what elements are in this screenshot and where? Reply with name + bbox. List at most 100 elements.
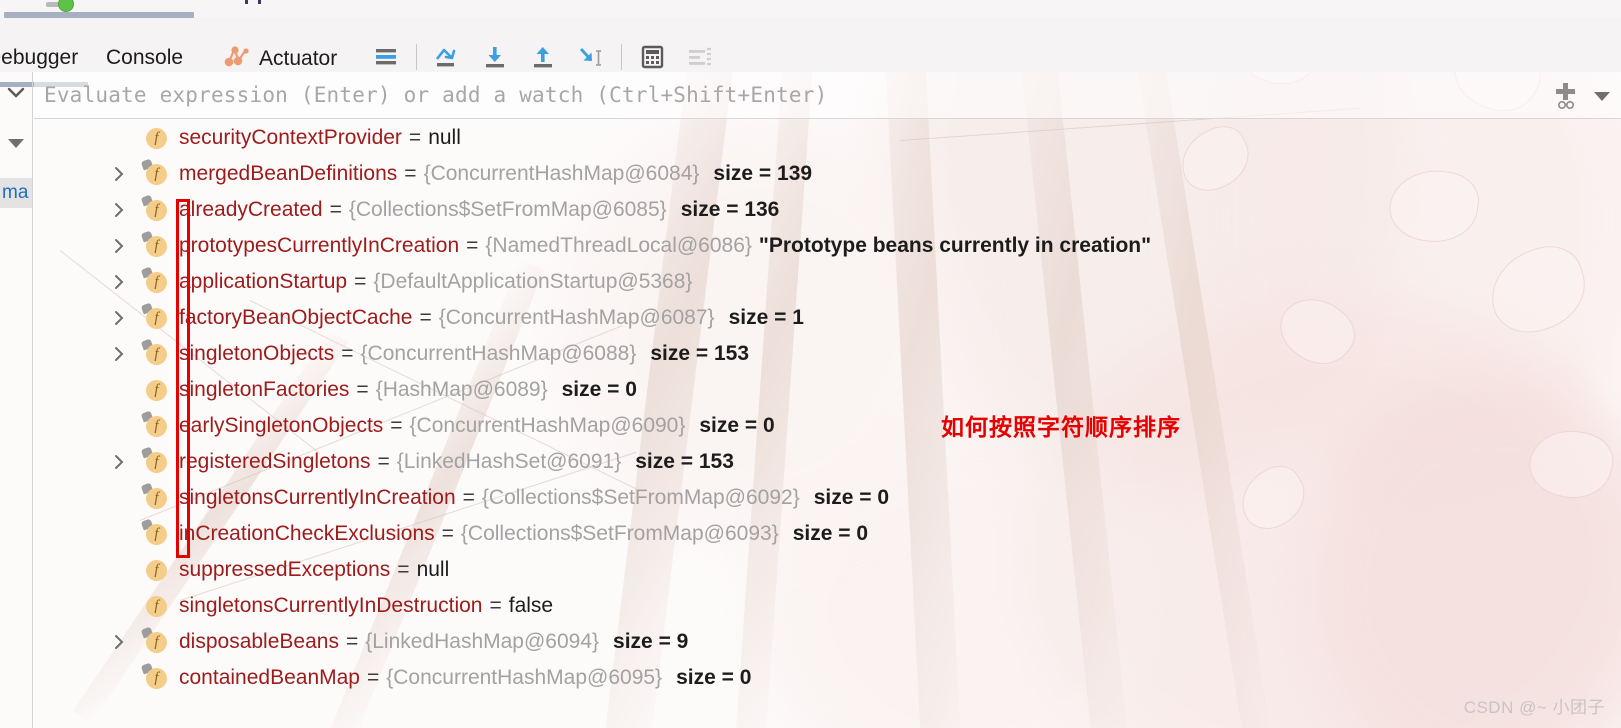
force-step-into-button[interactable] — [567, 40, 615, 74]
variable-type: {ConcurrentHashMap@6087} — [438, 306, 715, 329]
debugger-toolbar: Debugger Console Actuator — [0, 18, 1621, 87]
evaluate-expression-placeholder: Evaluate expression (Enter) or add a wat… — [44, 83, 828, 107]
table-row[interactable]: f alreadyCreated = {Collections$SetFromMap… — [34, 192, 1621, 228]
field-icon: f — [140, 446, 168, 474]
table-row[interactable]: f singletonsCurrentlyInDestruction = false — [34, 588, 1621, 624]
app-tab-stub-left — [245, 0, 248, 4]
actuator-label: Actuator — [259, 46, 338, 70]
frames-gutter — [0, 72, 33, 728]
annotation-text: 如何按照字符顺序排序 — [941, 414, 1181, 440]
variable-name: registeredSingletons — [179, 450, 371, 473]
equals-sign: = — [408, 126, 422, 149]
variable-name: singletonsCurrentlyInCreation — [179, 486, 456, 509]
expand-chevron-icon[interactable] — [110, 633, 128, 651]
variable-string: "Prototype beans currently in creation" — [758, 234, 1152, 257]
table-row[interactable]: f containedBeanMap = {ConcurrentHashMap@60… — [34, 660, 1621, 696]
step-out-button[interactable] — [519, 40, 567, 74]
variable-size: size = 0 — [699, 414, 775, 437]
mute-breakpoints-button[interactable] — [362, 40, 410, 74]
equals-sign: = — [390, 414, 403, 437]
equals-sign: = — [466, 234, 479, 257]
app-tab-stub-right — [258, 0, 261, 4]
equals-sign: = — [329, 198, 342, 221]
variable-type: {Collections$SetFromMap@6092} — [481, 486, 800, 509]
equals-sign: = — [377, 450, 390, 473]
variable-name: securityContextProvider — [179, 126, 402, 149]
table-row[interactable]: f registeredSingletons = {LinkedHashSet@60… — [34, 444, 1621, 480]
field-icon: f — [140, 194, 168, 222]
thread-label-chip[interactable]: ma — [0, 178, 32, 208]
expand-chevron-icon[interactable] — [110, 309, 128, 327]
tab-actuator[interactable]: Actuator — [224, 43, 337, 74]
field-icon: f — [144, 378, 168, 402]
chevron-down-icon — [7, 87, 25, 98]
step-out-icon — [534, 47, 552, 68]
evaluate-history-chevron[interactable] — [3, 80, 29, 106]
step-into-icon — [486, 47, 504, 68]
variable-name: alreadyCreated — [179, 198, 323, 221]
field-icon: f — [140, 266, 168, 294]
field-icon: f — [140, 410, 168, 438]
table-row[interactable]: f factoryBeanObjectCache = {ConcurrentHash… — [34, 300, 1621, 336]
frames-collapse-toggle[interactable] — [4, 132, 28, 154]
expand-chevron-icon[interactable] — [110, 237, 128, 255]
variable-name: containedBeanMap — [179, 666, 360, 689]
variable-type: {Collections$SetFromMap@6093} — [460, 522, 779, 545]
variable-type: {ConcurrentHashMap@6084} — [423, 162, 700, 185]
add-watch-button[interactable] — [1553, 80, 1579, 115]
equals-sign: = — [366, 666, 380, 689]
variable-type: {DefaultApplicationStartup@5368} — [373, 270, 693, 293]
field-icon: f — [140, 230, 168, 258]
watches-dropdown-button[interactable] — [1593, 89, 1611, 107]
tab-console[interactable]: Console — [106, 46, 183, 70]
step-into-button[interactable] — [471, 40, 519, 74]
variables-tree[interactable]: f securityContextProvider = null f mergedB… — [34, 120, 1621, 728]
tab-debugger[interactable]: Debugger — [0, 46, 78, 70]
equals-sign: = — [397, 558, 410, 581]
expand-chevron-icon[interactable] — [110, 165, 128, 183]
equals-sign: = — [356, 378, 369, 401]
table-row[interactable]: f singletonFactories = {HashMap@6089} size … — [34, 372, 1621, 408]
table-row[interactable]: f securityContextProvider = null — [34, 120, 1621, 156]
sort-values-button[interactable] — [676, 40, 724, 74]
variable-size: size = 9 — [613, 630, 689, 653]
expand-chevron-icon[interactable] — [110, 201, 128, 219]
variable-type: {LinkedHashMap@6094} — [365, 630, 600, 653]
step-over-button[interactable] — [423, 40, 471, 74]
watermark: CSDN @~ 小团子 — [1463, 698, 1605, 717]
evaluate-bar-actions — [1553, 80, 1611, 115]
variable-literal: null — [428, 126, 461, 149]
equals-sign: = — [345, 630, 359, 653]
add-watch-icon — [1556, 83, 1575, 109]
thread-label: ma — [2, 182, 29, 203]
variable-type: {NamedThreadLocal@6086} — [485, 234, 752, 257]
table-row[interactable]: f inCreationCheckExclusions = {Collections… — [34, 516, 1621, 552]
actuator-graph-icon — [224, 43, 252, 74]
table-row[interactable]: f earlySingletonObjects = {ConcurrentHashM… — [34, 408, 1621, 444]
evaluate-expression-field[interactable]: Evaluate expression (Enter) or add a wat… — [34, 72, 1621, 119]
table-row[interactable]: f disposableBeans = {LinkedHashMap@6094} si… — [34, 624, 1621, 660]
field-icon: f — [144, 594, 168, 618]
variable-name: suppressedExceptions — [179, 558, 391, 581]
variable-size: size = 136 — [680, 198, 780, 221]
field-icon: f — [140, 626, 168, 654]
force-step-into-icon — [579, 48, 601, 66]
table-row[interactable]: f mergedBeanDefinitions = {ConcurrentHashM… — [34, 156, 1621, 192]
expand-chevron-icon[interactable] — [110, 273, 128, 291]
field-icon: f — [144, 558, 168, 582]
table-row[interactable]: f applicationStartup = {DefaultApplication… — [34, 264, 1621, 300]
window-top-strip — [0, 0, 1621, 18]
table-row[interactable]: f prototypesCurrentlyInCreation = {NamedTh… — [34, 228, 1621, 264]
table-row[interactable]: f singletonObjects = {ConcurrentHashMap@60… — [34, 336, 1621, 372]
expand-chevron-icon[interactable] — [110, 453, 128, 471]
table-row[interactable]: f suppressedExceptions = null — [34, 552, 1621, 588]
expand-chevron-icon[interactable] — [110, 345, 128, 363]
toolbar-separator-1 — [416, 44, 417, 70]
variable-name: disposableBeans — [179, 630, 339, 653]
table-row[interactable]: f singletonsCurrentlyInCreation = {Collect… — [34, 480, 1621, 516]
field-icon: f — [140, 302, 168, 330]
step-over-icon — [435, 48, 456, 67]
run-status-dot-icon — [58, 0, 74, 12]
evaluate-expression-button[interactable] — [628, 40, 676, 74]
variable-size: size = 1 — [728, 306, 804, 329]
